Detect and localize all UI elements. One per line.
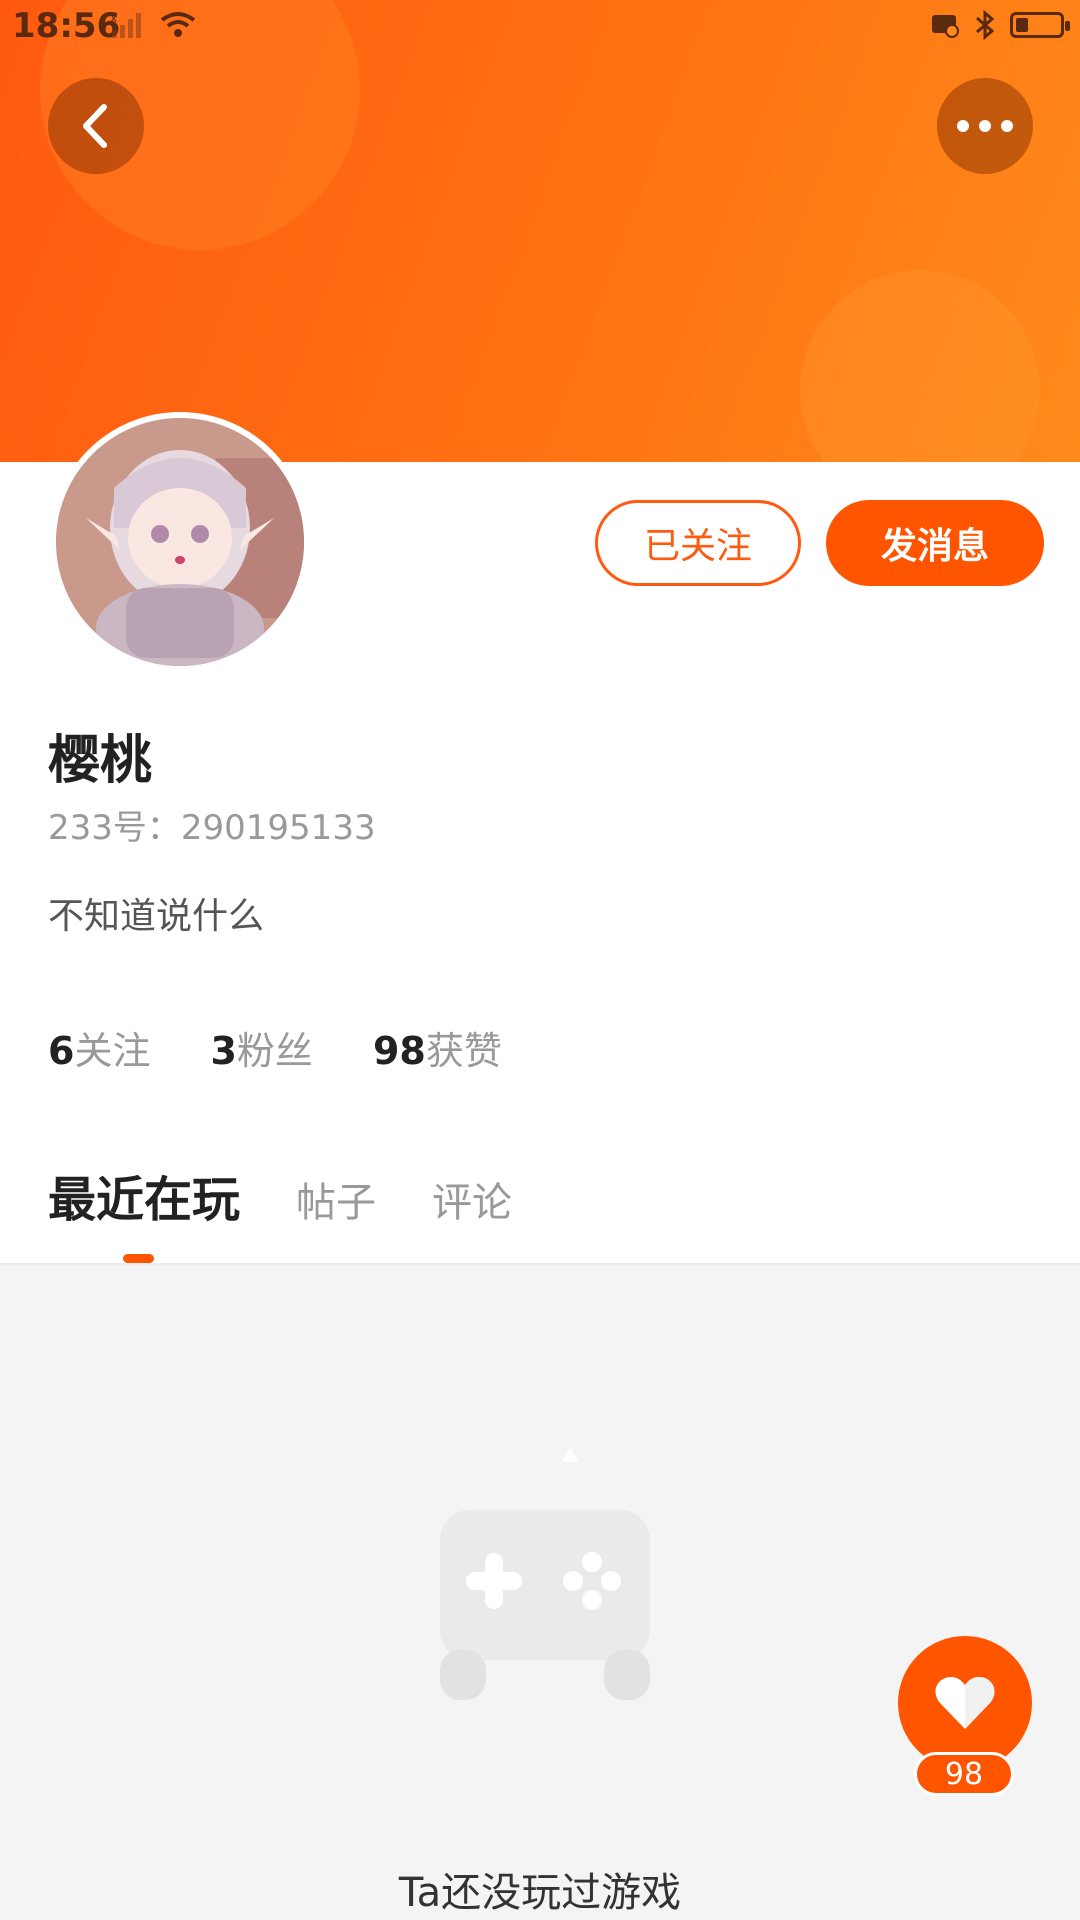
banner-decoration: [800, 270, 1040, 462]
heart-icon: [935, 1677, 995, 1729]
more-dots-icon: [957, 120, 1013, 132]
bluetooth-icon: [976, 10, 995, 40]
user-bio: 不知道说什么: [48, 896, 265, 937]
user-id: 233号：290195133: [48, 808, 376, 848]
stat-fans[interactable]: 3粉丝: [210, 1020, 312, 1075]
tab-comments[interactable]: 评论: [432, 1170, 512, 1228]
username: 樱桃: [48, 731, 153, 791]
stat-likes[interactable]: 98获赞: [373, 1020, 502, 1075]
send-message-button[interactable]: 发消息: [826, 500, 1044, 586]
svg-text:x: x: [110, 11, 121, 25]
status-signal-icons: x: [110, 10, 198, 47]
back-button[interactable]: [48, 78, 144, 174]
tab-posts[interactable]: 帖子: [296, 1170, 376, 1228]
cast-off-icon: [932, 15, 959, 38]
status-right-icons: [930, 10, 1070, 40]
like-count-badge: 98: [914, 1752, 1014, 1796]
wifi-icon: [161, 12, 196, 37]
status-time: 18:56: [12, 6, 121, 46]
tab-recently-played[interactable]: 最近在玩: [48, 1160, 240, 1230]
profile-banner: [0, 0, 1080, 462]
empty-state-text: Ta还没玩过游戏: [398, 1870, 682, 1916]
followed-button[interactable]: 已关注: [595, 500, 801, 586]
stat-following[interactable]: 6关注: [48, 1020, 150, 1075]
chevron-left-icon: [83, 104, 107, 148]
like-button[interactable]: [898, 1636, 1032, 1770]
tab-indicator: [123, 1254, 154, 1263]
battery-icon: [1010, 12, 1070, 38]
stats-row: 6关注 3粉丝 98获赞: [48, 1020, 502, 1075]
gamepad-icon: [440, 1448, 650, 1700]
avatar[interactable]: [50, 412, 310, 672]
no-signal-icon: x: [110, 11, 141, 38]
avatar-illustration: [56, 418, 304, 666]
profile-tabs: 最近在玩 帖子 评论: [48, 1160, 512, 1230]
more-button[interactable]: [937, 78, 1033, 174]
